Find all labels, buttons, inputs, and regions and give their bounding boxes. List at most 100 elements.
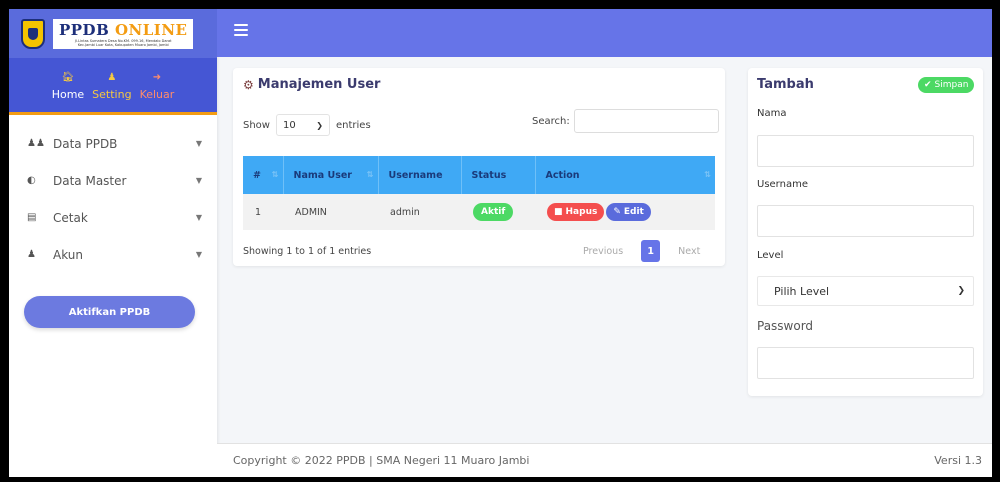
table-search: Search:	[532, 109, 719, 133]
cell-action: ■ Hapus ✎ Edit	[535, 194, 715, 230]
nav-setting-label: Setting	[92, 88, 132, 101]
col-no[interactable]: # ⇅	[243, 156, 284, 194]
users-cog-icon: ♟	[107, 72, 117, 83]
search-input[interactable]	[573, 109, 719, 133]
sort-icon: ⇅	[366, 169, 374, 179]
contrast-icon: ◐	[27, 175, 36, 186]
aktifkan-ppdb-button[interactable]: Aktifkan PPDB	[24, 296, 195, 328]
nav-setting[interactable]: ♟ Setting	[92, 72, 131, 112]
sidebar-item-data-master[interactable]: ◐ Data Master ▼	[9, 162, 217, 199]
caret-down-icon: ▼	[195, 250, 202, 259]
password-input[interactable]	[757, 347, 974, 379]
card-title-text: Manajemen User	[257, 77, 381, 92]
sidebar-item-label: Akun	[53, 247, 83, 262]
copyright-text: Copyright © 2022 PPDB | SMA Negeri 11 Mu…	[233, 454, 530, 467]
user-icon: ♟	[27, 249, 36, 260]
search-label: Search:	[532, 115, 570, 127]
brand-title-ppdb: PPDB	[59, 20, 110, 39]
caret-down-icon: ▼	[195, 176, 202, 185]
sidebar-item-label: Data PPDB	[53, 136, 118, 151]
card-title: ⚙ Manajemen User	[243, 77, 380, 92]
trash-icon: ■	[554, 207, 563, 217]
col-status[interactable]: Status	[461, 156, 536, 194]
main-header	[217, 9, 992, 57]
home-icon: 🏠︎	[61, 72, 75, 83]
nav-home[interactable]: 🏠︎ Home	[52, 72, 84, 112]
entries-label: entries	[335, 119, 371, 131]
brand-title: PPDB ONLINE	[59, 21, 187, 39]
sidebar: PPDB ONLINE Jl.Lintas Sumatera Desa No.K…	[9, 9, 217, 477]
page-1-button[interactable]: 1	[641, 240, 661, 262]
nav-keluar-label: Keluar	[139, 88, 175, 101]
app-frame: PPDB ONLINE Jl.Lintas Sumatera Desa No.K…	[9, 9, 992, 477]
password-label: Password	[757, 319, 814, 333]
pagination: Previous 1 Next	[573, 240, 710, 262]
brand-address-2: Kec.Jambi Luar Kota, Kabupaten Muaro Jam…	[77, 42, 169, 47]
username-input[interactable]	[757, 205, 974, 237]
users-icon: ♟♟	[27, 138, 45, 149]
chevron-down-icon: ❯	[316, 120, 323, 130]
cell-username: admin	[378, 194, 461, 230]
col-username[interactable]: Username	[378, 156, 462, 194]
simpan-label: Simpan	[934, 80, 969, 90]
nama-input[interactable]	[757, 135, 974, 167]
simpan-button[interactable]: ✔ Simpan	[918, 77, 975, 93]
sidebar-item-label: Cetak	[53, 210, 88, 225]
entries-select[interactable]: 10 ❯	[275, 114, 330, 136]
hapus-label: Hapus	[565, 207, 598, 217]
nav-home-label: Home	[51, 88, 85, 101]
hamburger-icon[interactable]	[234, 24, 248, 36]
school-crest-icon	[21, 18, 45, 49]
sidebar-item-data-ppdb[interactable]: ♟♟ Data PPDB ▼	[9, 125, 217, 162]
table-info: Showing 1 to 1 of 1 entries	[243, 246, 372, 257]
sidebar-top-nav: 🏠︎ Home ♟ Setting ➜ Keluar	[9, 58, 217, 115]
sidebar-item-label: Data Master	[53, 173, 127, 188]
sidebar-menu: ♟♟ Data PPDB ▼ ◐ Data Master ▼ ▤ Cetak ▼…	[9, 115, 217, 273]
brand-logo[interactable]: PPDB ONLINE Jl.Lintas Sumatera Desa No.K…	[9, 9, 217, 58]
users-cog-icon: ⚙	[243, 77, 254, 92]
users-table: # ⇅ Nama User ⇅ Username Status Action ⇅ 1 …	[243, 156, 715, 230]
brand-text: PPDB ONLINE Jl.Lintas Sumatera Desa No.K…	[53, 18, 194, 49]
level-select[interactable]: Pilih Level ❯	[757, 276, 974, 306]
version-text: Versi 1.3	[934, 454, 982, 467]
col-nama-user-label: Nama User	[293, 169, 352, 181]
level-label: Level	[757, 250, 784, 261]
sort-icon: ⇅	[704, 169, 711, 179]
edit-label: Edit	[623, 207, 644, 217]
sign-out-icon: ➜	[152, 72, 162, 83]
col-no-label: #	[253, 169, 261, 181]
level-select-value: Pilih Level	[774, 284, 830, 298]
print-icon: ▤	[27, 212, 37, 223]
col-username-label: Username	[388, 169, 443, 181]
chevron-down-icon: ❯	[957, 286, 965, 296]
show-label: Show	[243, 119, 270, 131]
nav-keluar[interactable]: ➜ Keluar	[140, 72, 175, 112]
tambah-user-card: Tambah ✔ Simpan Nama Username Level Pilih…	[748, 68, 983, 396]
username-label: Username	[757, 179, 808, 190]
edit-button[interactable]: ✎ Edit	[606, 203, 651, 221]
next-button[interactable]: Next	[668, 242, 710, 261]
brand-title-online: ONLINE	[114, 20, 188, 39]
status-badge: Aktif	[473, 203, 514, 221]
hapus-button[interactable]: ■ Hapus	[547, 203, 605, 221]
cell-nama: ADMIN	[283, 194, 378, 230]
caret-down-icon: ▼	[195, 213, 202, 222]
sort-icon: ⇅	[271, 169, 279, 179]
caret-down-icon: ▼	[195, 139, 202, 148]
sidebar-item-akun[interactable]: ♟ Akun ▼	[9, 236, 217, 273]
cell-no: 1	[243, 194, 283, 230]
footer: Copyright © 2022 PPDB | SMA Negeri 11 Mu…	[217, 443, 992, 477]
col-nama-user[interactable]: Nama User ⇅	[283, 156, 379, 194]
sidebar-item-cetak[interactable]: ▤ Cetak ▼	[9, 199, 217, 236]
nama-label: Nama	[757, 108, 787, 119]
table-header-row: # ⇅ Nama User ⇅ Username Status Action ⇅	[243, 156, 715, 194]
col-status-label: Status	[471, 169, 507, 181]
user-management-card: ⚙ Manajemen User Show 10 ❯ entries Searc…	[233, 68, 725, 266]
form-title: Tambah	[757, 77, 814, 92]
previous-button[interactable]: Previous	[573, 242, 633, 261]
cell-status: Aktif	[461, 194, 535, 230]
entries-value: 10	[282, 119, 296, 131]
col-action[interactable]: Action ⇅	[535, 156, 715, 194]
edit-icon: ✎	[613, 207, 621, 217]
col-action-label: Action	[545, 169, 580, 181]
